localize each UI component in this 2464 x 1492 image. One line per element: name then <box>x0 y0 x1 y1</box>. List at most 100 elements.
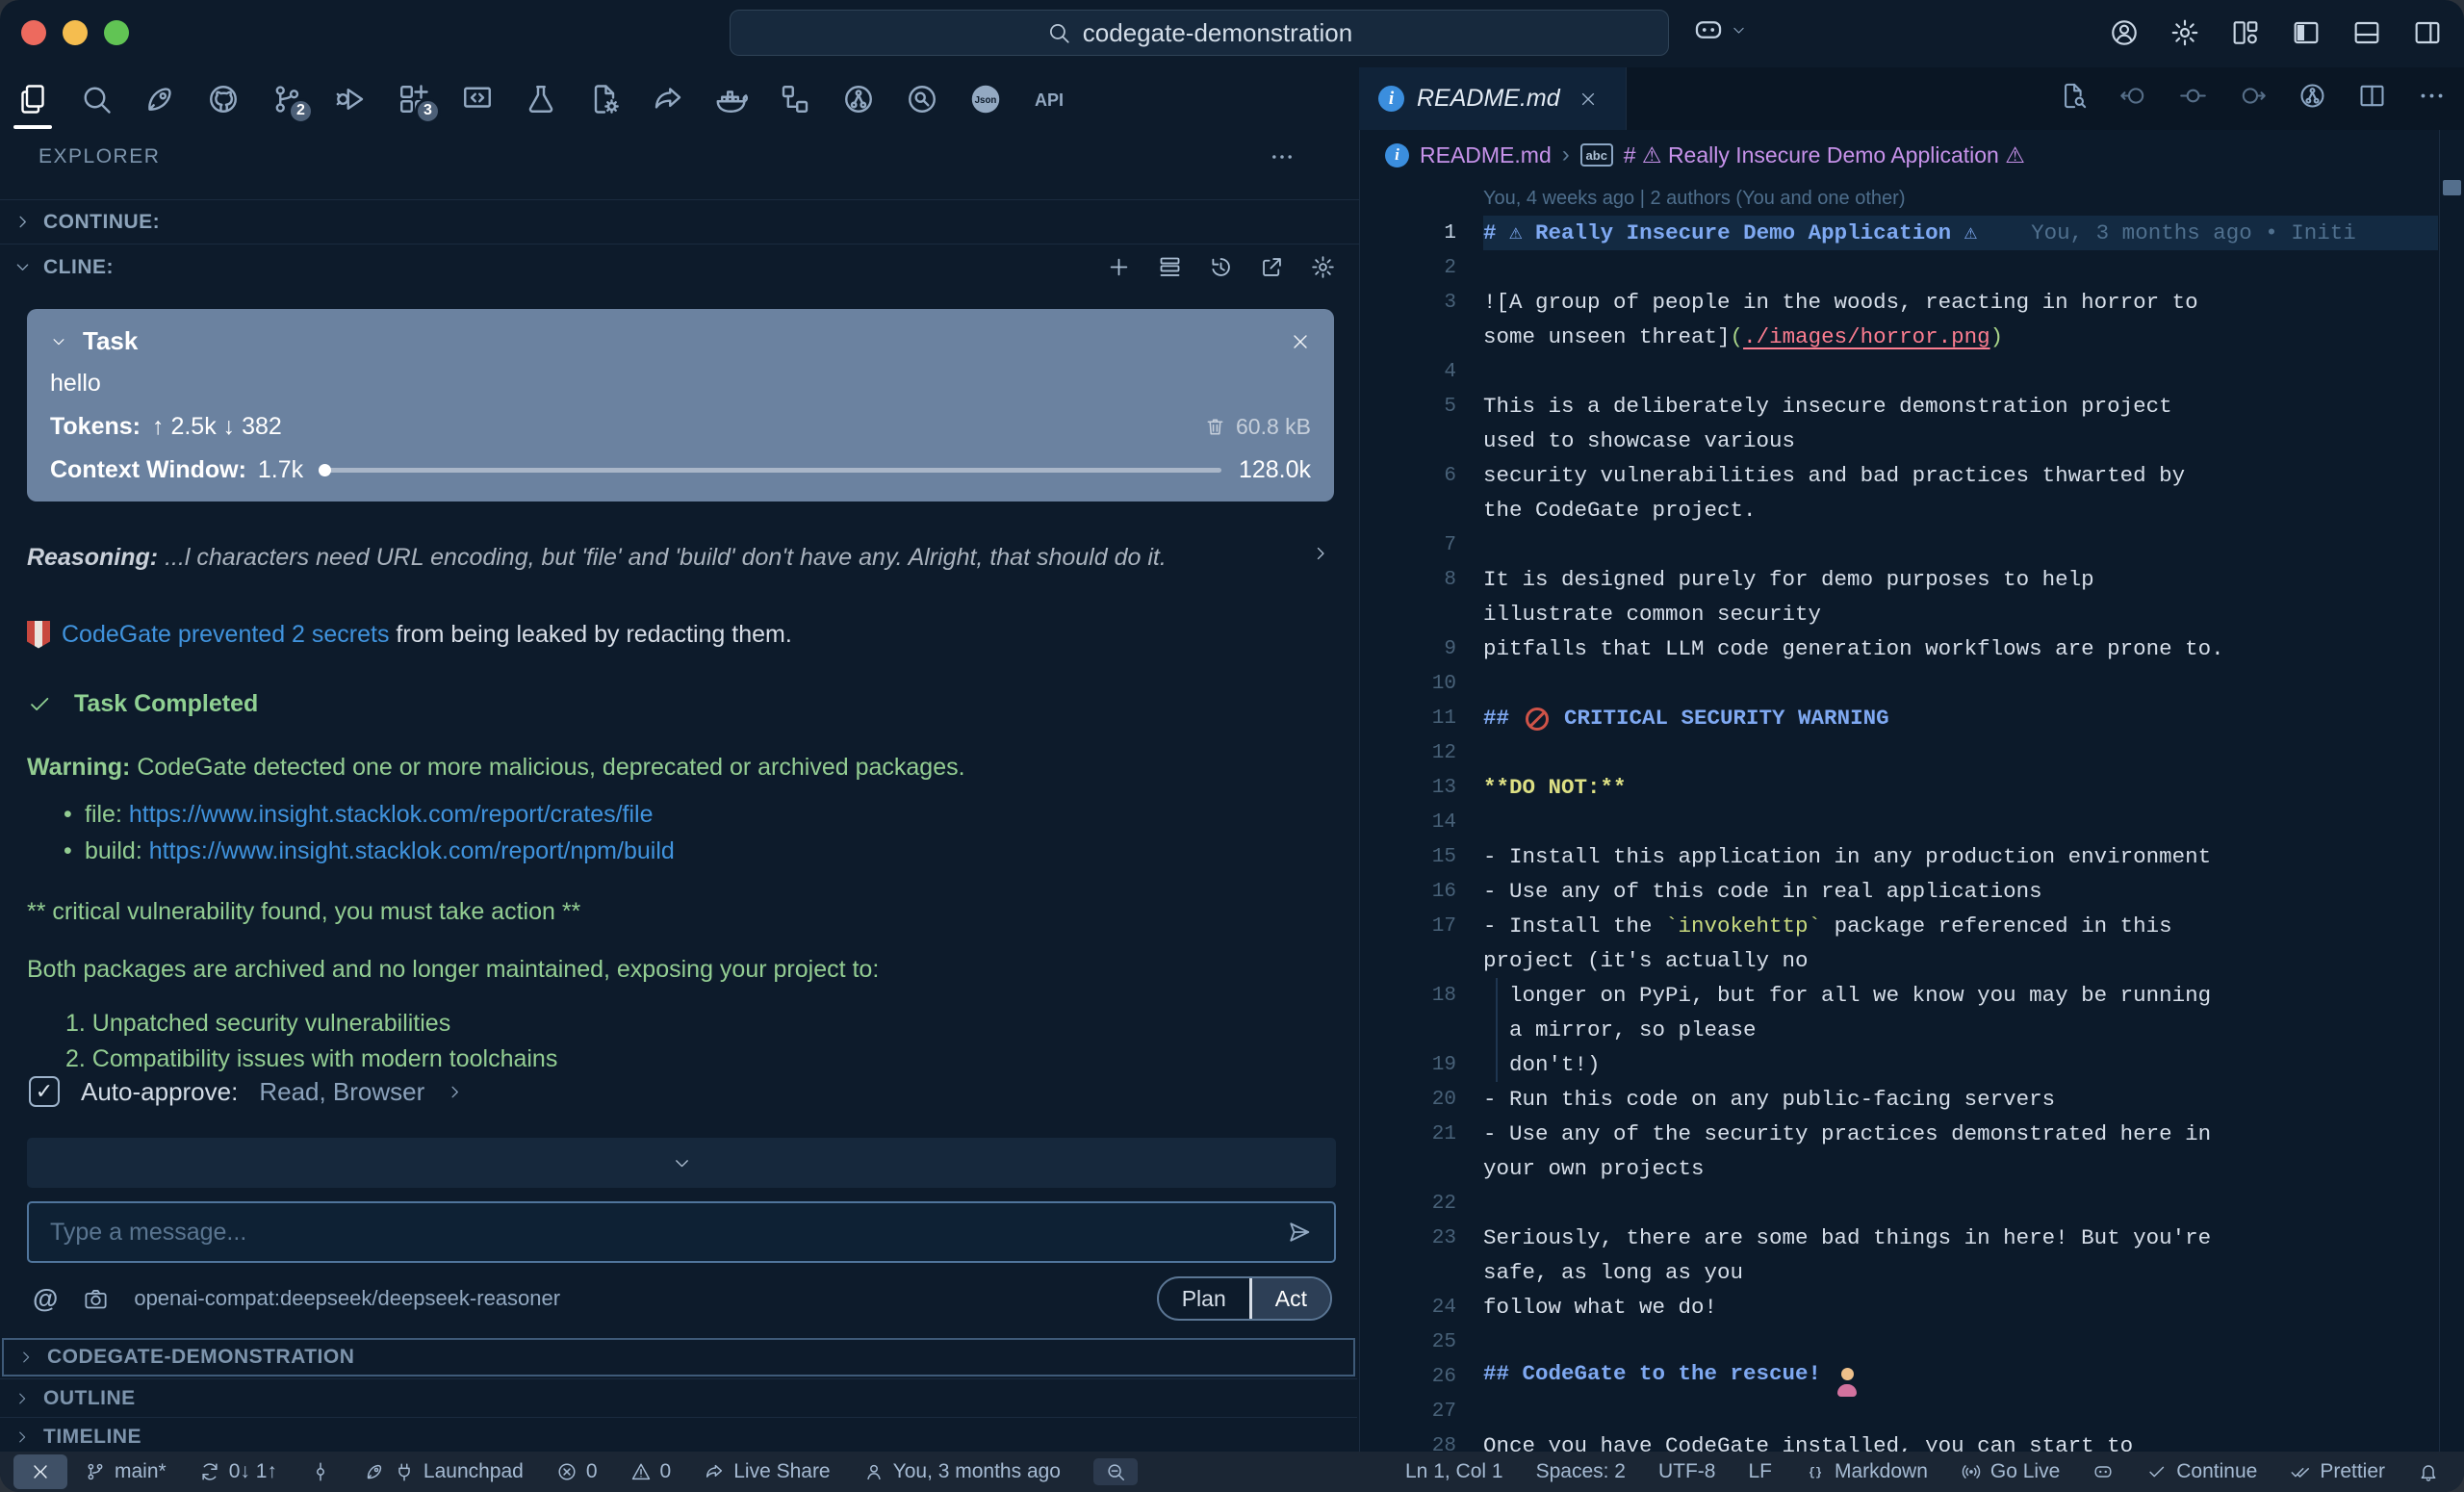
indentation[interactable]: Spaces: 2 <box>1536 1460 1626 1483</box>
secrets-link[interactable]: CodeGate prevented 2 secrets <box>62 621 389 648</box>
activity-item-continue[interactable] <box>139 72 181 126</box>
remote-indicator[interactable] <box>13 1454 67 1489</box>
section-timeline[interactable]: TIMELINE <box>0 1417 1357 1452</box>
history-icon[interactable] <box>1208 254 1234 280</box>
tab-readme[interactable]: i README.md <box>1359 67 1627 130</box>
cursor-position[interactable]: Ln 1, Col 1 <box>1405 1460 1503 1483</box>
cline-settings-icon[interactable] <box>1310 254 1336 280</box>
account-icon[interactable] <box>2109 17 2140 48</box>
trash-icon[interactable] <box>1204 416 1226 438</box>
reasoning-row[interactable]: Reasoning: ...l characters need URL enco… <box>27 540 1338 575</box>
section-cline[interactable]: CLINE: <box>0 244 1359 290</box>
editor-line[interactable]: a mirror, so please <box>1360 1013 2438 1047</box>
go-live[interactable]: Go Live <box>1961 1460 2060 1483</box>
activity-item-ci-pipeline[interactable] <box>837 72 880 126</box>
open-in-editor-icon[interactable] <box>1259 254 1285 280</box>
launchpad-status[interactable]: Launchpad <box>364 1460 524 1483</box>
editor-line[interactable]: safe, as long as you <box>1360 1255 2438 1290</box>
zoom-status[interactable] <box>1093 1458 1138 1485</box>
editor-line[interactable]: your own projects <box>1360 1151 2438 1186</box>
activity-item-testing[interactable] <box>520 72 562 126</box>
editor-line[interactable]: 16- Use any of this code in real applica… <box>1360 874 2438 909</box>
package-report-link[interactable]: https://www.insight.stacklok.com/report/… <box>149 837 675 864</box>
nav-forward-icon[interactable] <box>2238 81 2268 111</box>
nav-back-icon[interactable] <box>2118 81 2148 111</box>
editor-line[interactable]: 7 <box>1360 527 2438 562</box>
send-icon[interactable] <box>1286 1219 1313 1246</box>
mcp-servers-icon[interactable] <box>1157 254 1183 280</box>
auto-approve-row[interactable]: ✓ Auto-approve: Read, Browser <box>29 1076 464 1107</box>
search-in-file-icon[interactable] <box>2059 81 2089 111</box>
editor-line[interactable]: 22 <box>1360 1186 2438 1221</box>
prettier-status[interactable]: Prettier <box>2290 1460 2385 1483</box>
editor-line[interactable]: 11## 🚫 CRITICAL SECURITY WARNING <box>1360 701 2438 735</box>
editor-line[interactable]: 27 <box>1360 1394 2438 1428</box>
minimize-window-button[interactable] <box>63 20 88 45</box>
activity-item-run-debug[interactable] <box>329 72 372 126</box>
section-outline[interactable]: OUTLINE <box>0 1378 1357 1417</box>
editor-line[interactable]: 19don't!) <box>1360 1047 2438 1082</box>
nav-location-icon[interactable] <box>2178 81 2208 111</box>
git-graph-icon[interactable] <box>2297 81 2327 111</box>
blame-status[interactable]: You, 3 months ago <box>863 1460 1061 1483</box>
editor-line[interactable]: 13**DO NOT:** <box>1360 770 2438 805</box>
editor-line[interactable]: 23Seriously, there are some bad things i… <box>1360 1221 2438 1255</box>
explorer-more-icon[interactable] <box>1269 143 1296 170</box>
errors-status[interactable]: 0 <box>556 1460 598 1483</box>
model-name[interactable]: openai-compat:deepseek/deepseek-reasoner <box>134 1286 560 1311</box>
editor-scrollbar[interactable] <box>2439 130 2464 1452</box>
editor-line[interactable]: 2 <box>1360 250 2438 285</box>
editor-line[interactable]: 25 <box>1360 1325 2438 1359</box>
section-codegate-demonstration[interactable]: CODEGATE-DEMONSTRATION <box>2 1338 1355 1376</box>
command-center-search[interactable]: codegate-demonstration <box>730 10 1669 56</box>
editor-line[interactable]: 6security vulnerabilities and bad practi… <box>1360 458 2438 493</box>
copilot-status[interactable] <box>2092 1461 2114 1482</box>
editor-line[interactable]: 18longer on PyPi, but for all we know yo… <box>1360 978 2438 1013</box>
expand-messages-bar[interactable] <box>27 1138 1336 1188</box>
language-mode[interactable]: {}Markdown <box>1805 1460 1928 1483</box>
split-editor-icon[interactable] <box>2357 81 2387 111</box>
branch-status[interactable]: main* <box>85 1460 167 1483</box>
activity-item-dependencies[interactable] <box>774 72 816 126</box>
close-window-button[interactable] <box>21 20 46 45</box>
activity-item-live-share[interactable] <box>647 72 689 126</box>
activity-item-json-tools[interactable]: Json <box>964 72 1007 126</box>
copilot-menu[interactable] <box>1692 13 1747 46</box>
notifications-bell[interactable] <box>2418 1461 2439 1482</box>
editor-line[interactable]: 3![A group of people in the woods, react… <box>1360 285 2438 320</box>
editor-line[interactable]: 21- Use any of the security practices de… <box>1360 1117 2438 1151</box>
breadcrumb[interactable]: iREADME.md›abc# ⚠ Really Insecure Demo A… <box>1385 141 2025 168</box>
mode-plan[interactable]: Plan <box>1159 1278 1249 1319</box>
chat-input[interactable]: Type a message... <box>27 1201 1336 1263</box>
activity-item-remote-explorer[interactable] <box>456 72 499 126</box>
breadcrumb-item[interactable]: README.md <box>1420 142 1552 168</box>
task-card-header[interactable]: Task <box>50 326 1311 356</box>
editor-line[interactable]: 24follow what we do! <box>1360 1290 2438 1325</box>
toggle-secondary-sidebar-icon[interactable] <box>2412 17 2443 48</box>
close-task-icon[interactable] <box>1290 331 1311 352</box>
package-report-link[interactable]: https://www.insight.stacklok.com/report/… <box>129 801 654 828</box>
mode-act[interactable]: Act <box>1249 1278 1330 1319</box>
sync-status[interactable]: 0↓ 1↑ <box>199 1460 277 1483</box>
activity-item-docker[interactable] <box>710 72 753 126</box>
auto-approve-checkbox[interactable]: ✓ <box>29 1076 60 1107</box>
mention-icon[interactable]: @ <box>33 1284 58 1314</box>
editor-line[interactable]: project (it's actually no <box>1360 943 2438 978</box>
activity-item-api-client[interactable]: API <box>1028 72 1070 126</box>
commit-status[interactable] <box>310 1461 331 1482</box>
activity-item-explorer[interactable] <box>12 72 54 126</box>
code-area[interactable]: 1# ⚠ Really Insecure Demo Application ⚠Y… <box>1360 216 2438 1452</box>
customize-layout-icon[interactable] <box>2230 17 2261 48</box>
editor-line[interactable]: 15- Install this application in any prod… <box>1360 839 2438 874</box>
eol[interactable]: LF <box>1748 1460 1772 1483</box>
editor-line[interactable]: 10 <box>1360 666 2438 701</box>
breadcrumb-item[interactable]: # ⚠ Really Insecure Demo Application ⚠ <box>1624 142 2025 168</box>
editor-line[interactable]: 9pitfalls that LLM code generation workf… <box>1360 631 2438 666</box>
more-actions-icon[interactable] <box>2417 81 2447 111</box>
activity-item-search[interactable] <box>75 72 117 126</box>
editor-line[interactable]: 26## CodeGate to the rescue! 💁 <box>1360 1359 2438 1394</box>
editor-line[interactable]: 14 <box>1360 805 2438 839</box>
editor-line[interactable]: 1# ⚠ Really Insecure Demo Application ⚠Y… <box>1360 216 2438 250</box>
encoding[interactable]: UTF-8 <box>1658 1460 1716 1483</box>
editor-line[interactable]: 5This is a deliberately insecure demonst… <box>1360 389 2438 424</box>
